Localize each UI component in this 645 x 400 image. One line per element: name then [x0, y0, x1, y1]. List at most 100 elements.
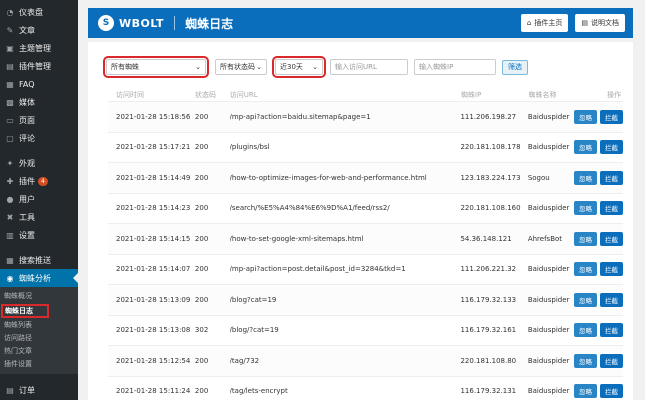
- chevron-down-icon: ⌄: [195, 63, 201, 71]
- spider-select-value: 所有蜘蛛: [111, 63, 139, 71]
- spider-select[interactable]: 所有蜘蛛 ⌄: [103, 56, 209, 78]
- block-button[interactable]: 拦截: [600, 201, 624, 216]
- ip-input-placeholder: 输入蜘蛛IP: [419, 63, 454, 71]
- submenu-item-plugin-settings[interactable]: 插件设置: [0, 358, 78, 371]
- table-row: 2021-01-28 15:17:21 200/plugins/bsl 220.18…: [108, 133, 624, 163]
- block-button[interactable]: 拦截: [600, 109, 624, 124]
- sidebar-item-media[interactable]: ▩ 媒体: [0, 93, 78, 111]
- sidebar-item-seo[interactable]: ▦ 搜索推送: [0, 251, 78, 269]
- date-range-value: 近30天: [280, 63, 303, 71]
- url-input[interactable]: 输入访问URL: [330, 59, 408, 75]
- sidebar-item-plugin[interactable]: ▤ 插件管理: [0, 57, 78, 75]
- sidebar-item-label: 评论: [19, 133, 35, 143]
- ignore-button[interactable]: 忽略: [574, 353, 598, 368]
- block-button[interactable]: 拦截: [600, 262, 624, 277]
- table-row: 2021-01-28 15:14:23 200/search/%E5%A4%84%…: [108, 194, 624, 224]
- table-row: 2021-01-28 15:14:07 200/mp-api?action=pos…: [108, 255, 624, 285]
- block-button[interactable]: 拦截: [600, 231, 624, 246]
- sidebar-item-label: 订单: [19, 385, 35, 395]
- block-button[interactable]: 拦截: [600, 384, 624, 399]
- ignore-button[interactable]: 忽略: [574, 292, 598, 307]
- sidebar-item-appearance[interactable]: ✦ 外观: [0, 154, 78, 172]
- block-button[interactable]: 拦截: [600, 292, 624, 307]
- cell-url: /search/%E5%A4%84%E6%9D%A1/feed/rss2/: [229, 204, 390, 213]
- main-content: S WBOLT 蜘蛛日志 ⌂ 插件主页 ▤ 说明文档 所有蜘蛛 ⌄ 所有状态码 …: [78, 0, 645, 400]
- sidebar-item-faq[interactable]: ▦ FAQ: [0, 75, 78, 93]
- cell-spider: Baiduspider: [527, 356, 570, 365]
- sidebar-item-settings[interactable]: ▥ 设置: [0, 226, 78, 244]
- date-range-select[interactable]: 近30天 ⌄: [272, 56, 326, 78]
- ignore-button[interactable]: 忽略: [574, 201, 598, 216]
- cell-time: 2021-01-28 15:12:54: [116, 356, 191, 365]
- row-actions: 忽略 拦截: [574, 170, 624, 185]
- spider-submenu: 蜘蛛概况 蜘蛛日志 蜘蛛列表 访问路径 热门文章 插件设置: [0, 287, 78, 374]
- sidebar-item-theme[interactable]: ▣ 主题管理: [0, 39, 78, 57]
- cell-time: 2021-01-28 15:18:56: [116, 112, 191, 121]
- page-title: 蜘蛛日志: [185, 16, 234, 31]
- sidebar-item-comment[interactable]: ▢ 评论: [0, 129, 78, 147]
- cell-status: 302: [194, 326, 209, 335]
- users-icon: ●: [6, 194, 14, 204]
- table-header: 访问时间 状态码 访问URL 蜘蛛IP 蜘蛛名称 操作: [108, 88, 623, 102]
- sidebar-item-tools[interactable]: ✖ 工具: [0, 208, 78, 226]
- tools-icon: ✖: [6, 212, 14, 222]
- filter-button[interactable]: 筛选: [502, 59, 528, 75]
- sidebar-item-plugins[interactable]: ✚ 插件 4: [0, 172, 78, 190]
- table-row: 2021-01-28 15:14:15 200/how-to-set-google…: [108, 224, 624, 255]
- sidebar-item-label: 插件管理: [19, 61, 51, 71]
- submenu-item-overview[interactable]: 蜘蛛概况: [0, 290, 78, 303]
- plugin-home-button[interactable]: ⌂ 插件主页: [520, 14, 569, 32]
- ignore-button[interactable]: 忽略: [574, 109, 598, 124]
- appearance-icon: ✦: [6, 158, 14, 168]
- status-select[interactable]: 所有状态码 ⌄: [215, 59, 267, 75]
- sidebar-item-pin[interactable]: ✎ 文章: [0, 21, 78, 39]
- cell-ip: 123.183.224.173: [460, 173, 521, 182]
- block-button[interactable]: 拦截: [600, 353, 624, 368]
- row-actions: 忽略 拦截: [574, 201, 624, 216]
- submenu-item-visit-path[interactable]: 访问路径: [0, 332, 78, 345]
- ignore-button[interactable]: 忽略: [574, 170, 598, 185]
- cell-url: /plugins/bsl: [229, 143, 270, 152]
- cell-time: 2021-01-28 15:14:23: [116, 204, 191, 213]
- cell-ip: 116.179.32.161: [460, 326, 517, 335]
- cell-url: /how-to-set-google-xml-sitemaps.html: [229, 234, 364, 243]
- ip-input[interactable]: 输入蜘蛛IP: [414, 59, 496, 75]
- filter-bar: 所有蜘蛛 ⌄ 所有状态码 ⌄ 近30天 ⌄ 输入访问URL 输入蜘蛛IP 筛选: [103, 56, 528, 78]
- block-button[interactable]: 拦截: [600, 170, 624, 185]
- brand-name: WBOLT: [119, 16, 165, 30]
- spider-icon: ◉: [6, 273, 14, 283]
- cell-time: 2021-01-28 15:11:24: [116, 387, 191, 396]
- row-actions: 忽略 拦截: [574, 262, 624, 277]
- submenu-item-spider-list[interactable]: 蜘蛛列表: [0, 319, 78, 332]
- sidebar-item-users[interactable]: ● 用户: [0, 190, 78, 208]
- sidebar-item-label: 文章: [19, 25, 35, 35]
- cell-time: 2021-01-28 15:13:08: [116, 326, 191, 335]
- sidebar-item-page[interactable]: ▭ 页面: [0, 111, 78, 129]
- cell-time: 2021-01-28 15:17:21: [116, 143, 191, 152]
- col-header-actions: 操作: [607, 90, 622, 99]
- docs-button[interactable]: ▤ 说明文档: [575, 14, 625, 32]
- submenu-item-spider-log[interactable]: 蜘蛛日志: [1, 304, 49, 318]
- ignore-button[interactable]: 忽略: [574, 262, 598, 277]
- ignore-button[interactable]: 忽略: [574, 140, 598, 155]
- ignore-button[interactable]: 忽略: [574, 323, 598, 338]
- block-button[interactable]: 拦截: [600, 323, 624, 338]
- col-header-spider: 蜘蛛名称: [528, 90, 557, 99]
- doc-icon: ▤: [581, 19, 588, 27]
- log-rows: 2021-01-28 15:18:56 200/mp-api?action=bai…: [108, 102, 624, 400]
- sidebar-item-order[interactable]: ▤ 订单: [0, 381, 78, 399]
- ignore-button[interactable]: 忽略: [574, 384, 598, 399]
- ignore-button[interactable]: 忽略: [574, 231, 598, 246]
- submenu-item-hot-posts[interactable]: 热门文章: [0, 345, 78, 358]
- cell-spider: AhrefsBot: [527, 234, 563, 243]
- sidebar-item-dashboard[interactable]: ◔ 仪表盘: [0, 3, 78, 21]
- page-icon: ▭: [6, 115, 14, 125]
- row-actions: 忽略 拦截: [574, 353, 624, 368]
- cell-status: 200: [194, 204, 209, 213]
- col-header-ip: 蜘蛛IP: [461, 90, 482, 99]
- status-select-value: 所有状态码: [220, 63, 255, 71]
- url-input-placeholder: 输入访问URL: [335, 63, 377, 71]
- block-button[interactable]: 拦截: [600, 140, 624, 155]
- sidebar-item-spider[interactable]: ◉ 蜘蛛分析: [0, 269, 78, 287]
- cell-spider: Baiduspider: [527, 143, 570, 152]
